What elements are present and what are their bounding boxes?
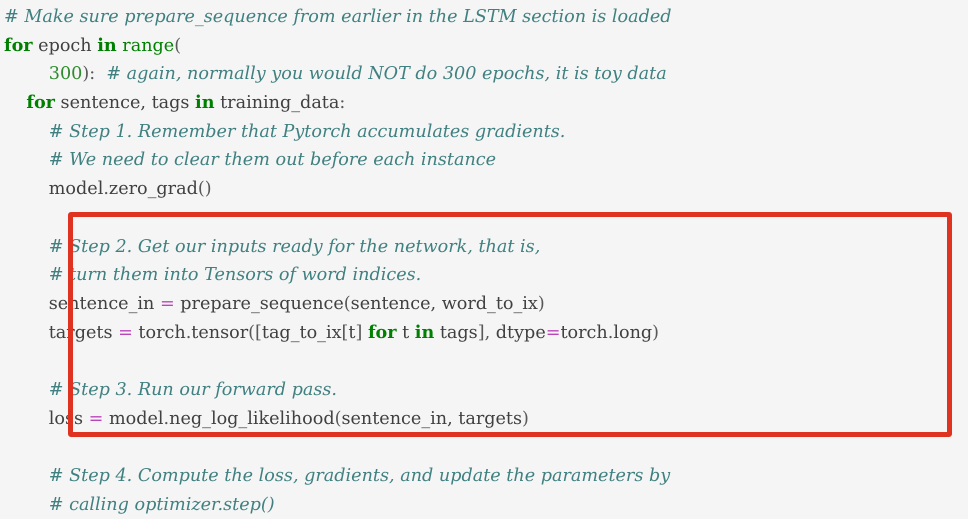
- code-token: model: [4, 179, 104, 200]
- code-token: torch: [132, 322, 186, 343]
- code-token: zero_grad: [108, 179, 198, 200]
- code-token: torch: [560, 322, 608, 343]
- code-token: epoch: [32, 35, 98, 56]
- code-screenshot: # Make sure prepare_sequence from earlie…: [0, 0, 968, 515]
- code-token: neg_log_likelihood: [169, 408, 335, 429]
- code-line: # Step 1. Remember that Pytorch accumula…: [4, 118, 968, 147]
- code-token: ],: [477, 322, 496, 343]
- code-line: # turn them into Tensors of word indices…: [4, 261, 968, 290]
- code-token: # Step 2. Get our inputs ready for the n…: [48, 236, 541, 257]
- code-token: ): [537, 293, 545, 314]
- code-line: # Step 4. Compute the loss, gradients, a…: [4, 462, 968, 491]
- code-line: # Step 2. Get our inputs ready for the n…: [4, 233, 968, 262]
- code-token: sentence, tags: [54, 93, 196, 114]
- code-token: ): [522, 408, 529, 429]
- code-token: tags: [434, 322, 478, 343]
- code-token: for: [4, 34, 33, 56]
- code-token: # We need to clear them out before each …: [48, 150, 497, 171]
- code-line: for sentence, tags in training_data:: [4, 89, 968, 118]
- code-line: # Step 3. Run our forward pass.: [4, 376, 968, 405]
- code-token: (: [174, 35, 182, 56]
- code-token: 300: [48, 64, 83, 85]
- code-token: model: [103, 408, 164, 429]
- code-token: sentence_in: [4, 293, 160, 314]
- code-token: training_data: [214, 93, 340, 114]
- code-token: tag_to_ix: [261, 322, 342, 343]
- code-line: for epoch in range(: [4, 32, 968, 61]
- code-token: # Make sure prepare_sequence from earlie…: [4, 7, 672, 27]
- code-token: t: [396, 322, 415, 343]
- code-token: =: [545, 322, 561, 343]
- code-token: ]: [355, 322, 368, 343]
- code-token: (): [197, 179, 212, 200]
- code-token: =: [159, 293, 175, 314]
- code-token: ):: [82, 64, 96, 85]
- code-token: :: [339, 93, 346, 114]
- code-token: for: [26, 92, 55, 114]
- code-line: loss = model.neg_log_likelihood(sentence…: [4, 405, 968, 434]
- code-line: model.zero_grad(): [4, 175, 968, 204]
- code-token: in: [414, 321, 435, 343]
- code-line: 300): # again, normally you would NOT do…: [4, 60, 968, 89]
- code-token: prepare_sequence: [174, 293, 344, 314]
- code-token: dtype: [495, 322, 546, 343]
- code-line: # Make sure prepare_sequence from earlie…: [4, 3, 968, 32]
- code-token: in: [195, 92, 215, 114]
- code-token: =: [118, 322, 133, 343]
- code-token: =: [88, 408, 104, 429]
- code-token: for: [367, 321, 397, 343]
- code-token: # Step 1. Remember that Pytorch accumula…: [48, 121, 566, 142]
- code-token: # calling optimizer.step(): [48, 494, 275, 515]
- code-line: # We need to clear them out before each …: [4, 146, 968, 175]
- code-line: targets = torch.tensor([tag_to_ix[t] for…: [4, 319, 968, 348]
- code-token: # turn them into Tensors of word indices…: [48, 265, 422, 286]
- code-token: # Step 3. Run our forward pass.: [48, 379, 338, 400]
- code-token: (: [343, 293, 351, 314]
- code-token: # Step 4. Compute the loss, gradients, a…: [48, 466, 671, 486]
- code-token: sentence_in, targets: [341, 408, 523, 429]
- code-token: targets: [4, 322, 119, 343]
- python-code-block[interactable]: # Make sure prepare_sequence from earlie…: [0, 0, 968, 515]
- code-token: long: [613, 322, 653, 343]
- code-token: ([: [248, 322, 262, 343]
- code-line: sentence_in = prepare_sequence(sentence,…: [4, 290, 968, 319]
- code-token: loss: [4, 408, 89, 429]
- code-token: in: [97, 34, 117, 56]
- code-token: sentence, word_to_ix: [350, 293, 538, 314]
- code-token: ): [652, 322, 660, 343]
- code-token: range: [122, 35, 175, 56]
- code-token: tensor: [191, 322, 249, 343]
- code-token: # again, normally you would NOT do 300 e…: [106, 64, 667, 85]
